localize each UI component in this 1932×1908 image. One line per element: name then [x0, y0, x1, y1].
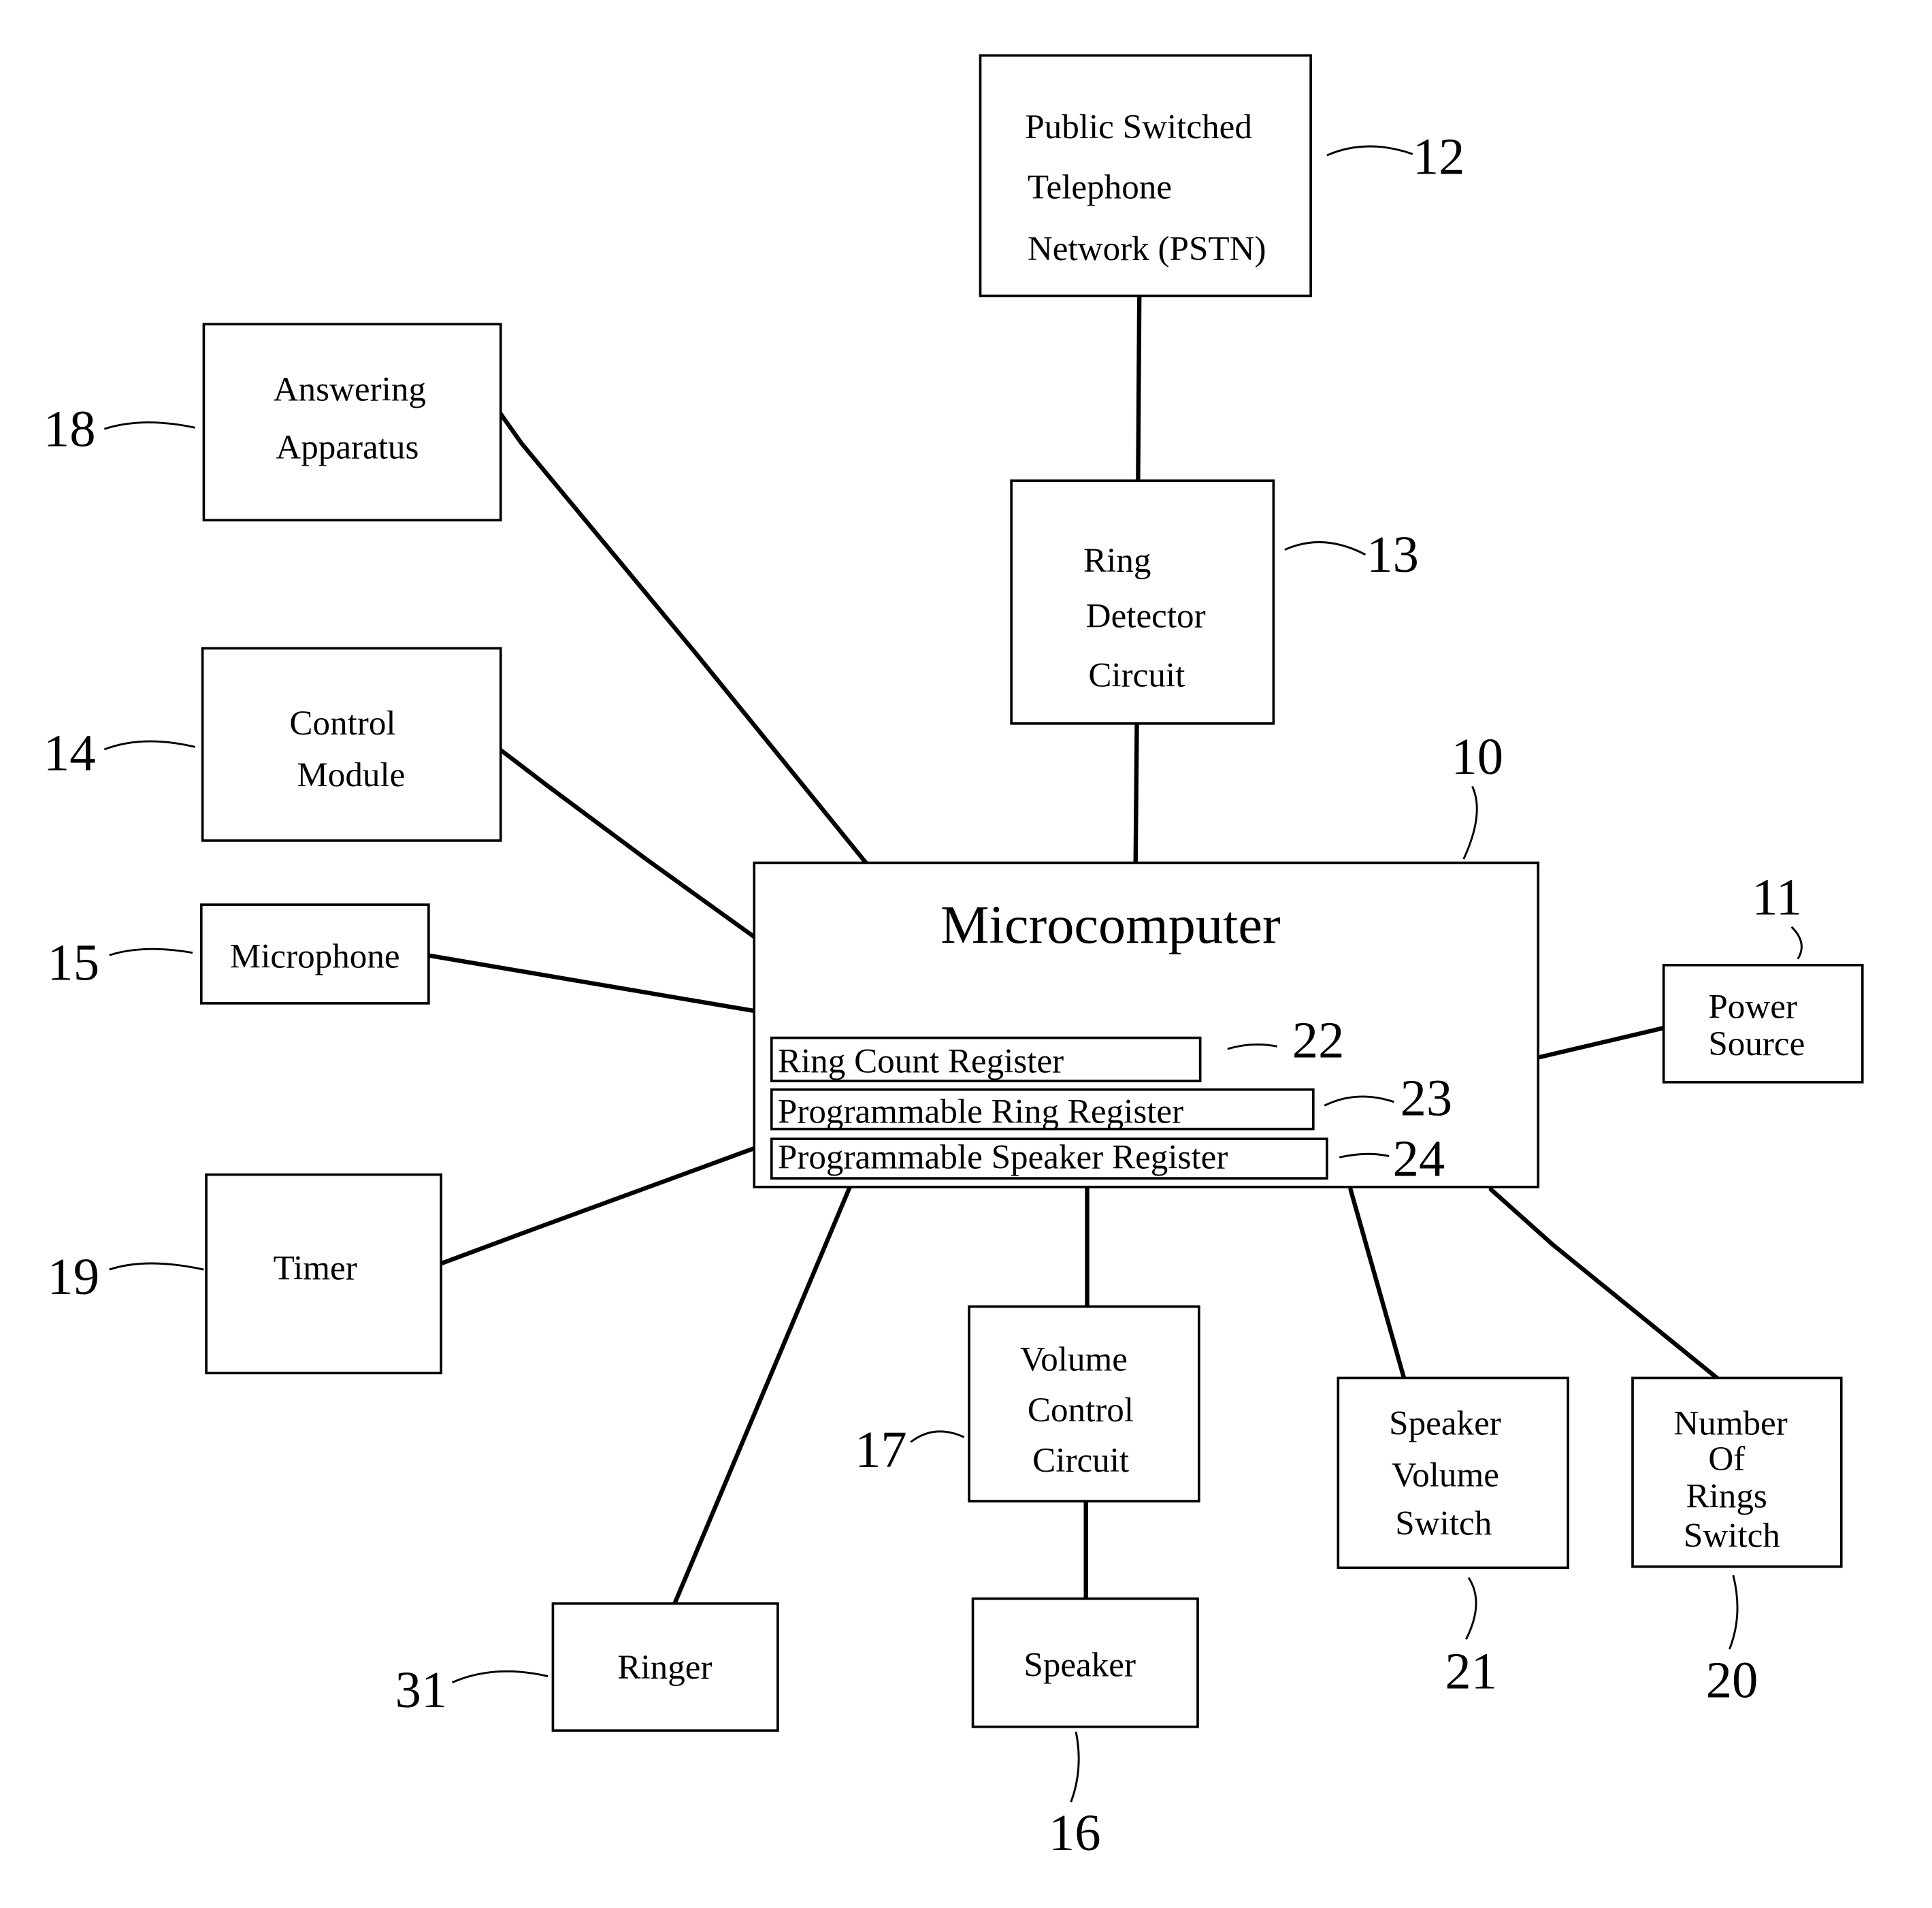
- volume-control-label-line-1: Volume: [1020, 1341, 1128, 1379]
- pstn-block: Public Switched Telephone Network (PSTN)…: [979, 54, 1465, 297]
- timer-ref-number: 19: [47, 1248, 99, 1306]
- speaker-volume-switch-leader-line: [1465, 1576, 1477, 1640]
- control-label-line-1: Control: [289, 705, 395, 743]
- speaker-ref-number: 16: [1049, 1804, 1101, 1862]
- wire-speaker-volume-switch-microcomputer: [1348, 1187, 1407, 1380]
- control-ref-number: 14: [44, 724, 96, 782]
- rings-switch-label-line-1: Number: [1673, 1405, 1788, 1443]
- pstn-leader-line: [1326, 145, 1413, 157]
- volume-control-leader-line: [910, 1430, 965, 1443]
- power-leader-line: [1790, 926, 1803, 960]
- microphone-block: Microphone 15: [47, 903, 430, 1005]
- programmable-ring-register-ref-number: 23: [1401, 1069, 1453, 1127]
- speaker-label: Speaker: [1024, 1647, 1136, 1685]
- ring-count-register-label: Ring Count Register: [778, 1043, 1064, 1081]
- ring-detector-ref-number: 13: [1366, 525, 1419, 583]
- ringer-label: Ringer: [617, 1649, 712, 1687]
- power-label-line-1: Power: [1708, 988, 1797, 1026]
- volume-control-label-line-3: Circuit: [1032, 1442, 1129, 1480]
- speaker-volume-switch-label-line-3: Switch: [1395, 1505, 1492, 1543]
- rings-switch-block: Number Of Rings Switch 20: [1631, 1376, 1843, 1709]
- volume-control-label-line-2: Control: [1028, 1391, 1134, 1429]
- answering-ref-number: 18: [44, 400, 96, 458]
- answering-label-line-1: Answering: [274, 371, 426, 409]
- pstn-label-line-3: Network (PSTN): [1028, 230, 1266, 268]
- pstn-label-line-1: Public Switched: [1025, 108, 1252, 146]
- power-source-block: Power Source 11: [1662, 869, 1864, 1084]
- wire-microphone-microcomputer: [425, 953, 755, 1013]
- volume-control-block: Volume Control Circuit 17: [855, 1305, 1200, 1503]
- rings-switch-label-line-2: Of: [1708, 1440, 1745, 1478]
- speaker-volume-switch-ref-number: 21: [1445, 1643, 1497, 1700]
- timer-label: Timer: [274, 1250, 357, 1288]
- control-module-box: [201, 647, 502, 842]
- microphone-ref-number: 15: [47, 934, 99, 992]
- block-diagram: Public Switched Telephone Network (PSTN)…: [44, 54, 1864, 1862]
- microcomputer-block: Microcomputer 10 Ring Count Register 22 …: [753, 728, 1540, 1189]
- ring-detector-label-line-1: Ring: [1083, 542, 1151, 580]
- ring-detector-block: Ring Detector Circuit 13: [1010, 479, 1419, 725]
- pstn-label-line-2: Telephone: [1028, 169, 1172, 207]
- power-label-line-2: Source: [1708, 1025, 1805, 1063]
- control-label-line-2: Module: [297, 756, 405, 794]
- wire-answering-microcomputer: [495, 408, 868, 865]
- control-leader-line: [103, 740, 195, 751]
- speaker-volume-switch-label-line-2: Volume: [1392, 1457, 1499, 1495]
- rings-switch-label-line-3: Rings: [1686, 1478, 1767, 1516]
- wire-pstn-ring-detector: [1136, 293, 1142, 483]
- microphone-label: Microphone: [230, 938, 400, 976]
- microcomputer-title: Microcomputer: [940, 895, 1281, 955]
- microphone-leader-line: [109, 948, 193, 956]
- wire-power-microcomputer: [1536, 1025, 1666, 1060]
- wire-ringer-microcomputer: [672, 1184, 852, 1606]
- ringer-block: Ringer 31: [395, 1602, 779, 1732]
- rings-switch-ref-number: 20: [1706, 1651, 1758, 1709]
- timer-block: Timer 19: [47, 1173, 442, 1374]
- microcomputer-ref-number: 10: [1451, 728, 1503, 786]
- programmable-speaker-register-label: Programmable Speaker Register: [778, 1139, 1228, 1177]
- power-ref-number: 11: [1752, 869, 1802, 926]
- pstn-ref-number: 12: [1413, 128, 1465, 186]
- speaker-volume-switch-block: Speaker Volume Switch 21: [1337, 1376, 1569, 1700]
- answering-leader-line: [103, 421, 195, 430]
- answering-apparatus-box: [202, 323, 502, 521]
- ring-detector-leader-line: [1284, 541, 1366, 556]
- ring-detector-label-line-3: Circuit: [1088, 657, 1185, 695]
- ring-detector-label-line-2: Detector: [1086, 598, 1206, 636]
- control-module-block: Control Module 14: [44, 647, 502, 842]
- rings-switch-leader-line: [1729, 1574, 1739, 1650]
- ringer-leader-line: [451, 1670, 549, 1683]
- speaker-volume-switch-label-line-1: Speaker: [1389, 1405, 1501, 1443]
- wire-timer-microcomputer: [432, 1146, 755, 1268]
- microcomputer-leader-line: [1462, 786, 1478, 860]
- volume-control-ref-number: 17: [855, 1421, 907, 1478]
- programmable-speaker-register-ref-number: 24: [1393, 1130, 1445, 1188]
- speaker-leader-line: [1070, 1731, 1080, 1802]
- ring-count-register-ref-number: 22: [1292, 1012, 1345, 1069]
- answering-apparatus-block: Answering Apparatus 18: [44, 323, 502, 521]
- programmable-ring-register-label: Programmable Ring Register: [778, 1093, 1183, 1131]
- wire-control-microcomputer: [495, 745, 762, 943]
- wire-ring-detector-microcomputer: [1133, 721, 1139, 865]
- ringer-ref-number: 31: [395, 1661, 448, 1719]
- rings-switch-label-line-4: Switch: [1684, 1517, 1780, 1555]
- answering-label-line-2: Apparatus: [276, 429, 419, 467]
- timer-leader-line: [109, 1262, 204, 1271]
- speaker-block: Speaker 16: [971, 1597, 1199, 1862]
- wire-rings-switch-microcomputer: [1488, 1187, 1720, 1380]
